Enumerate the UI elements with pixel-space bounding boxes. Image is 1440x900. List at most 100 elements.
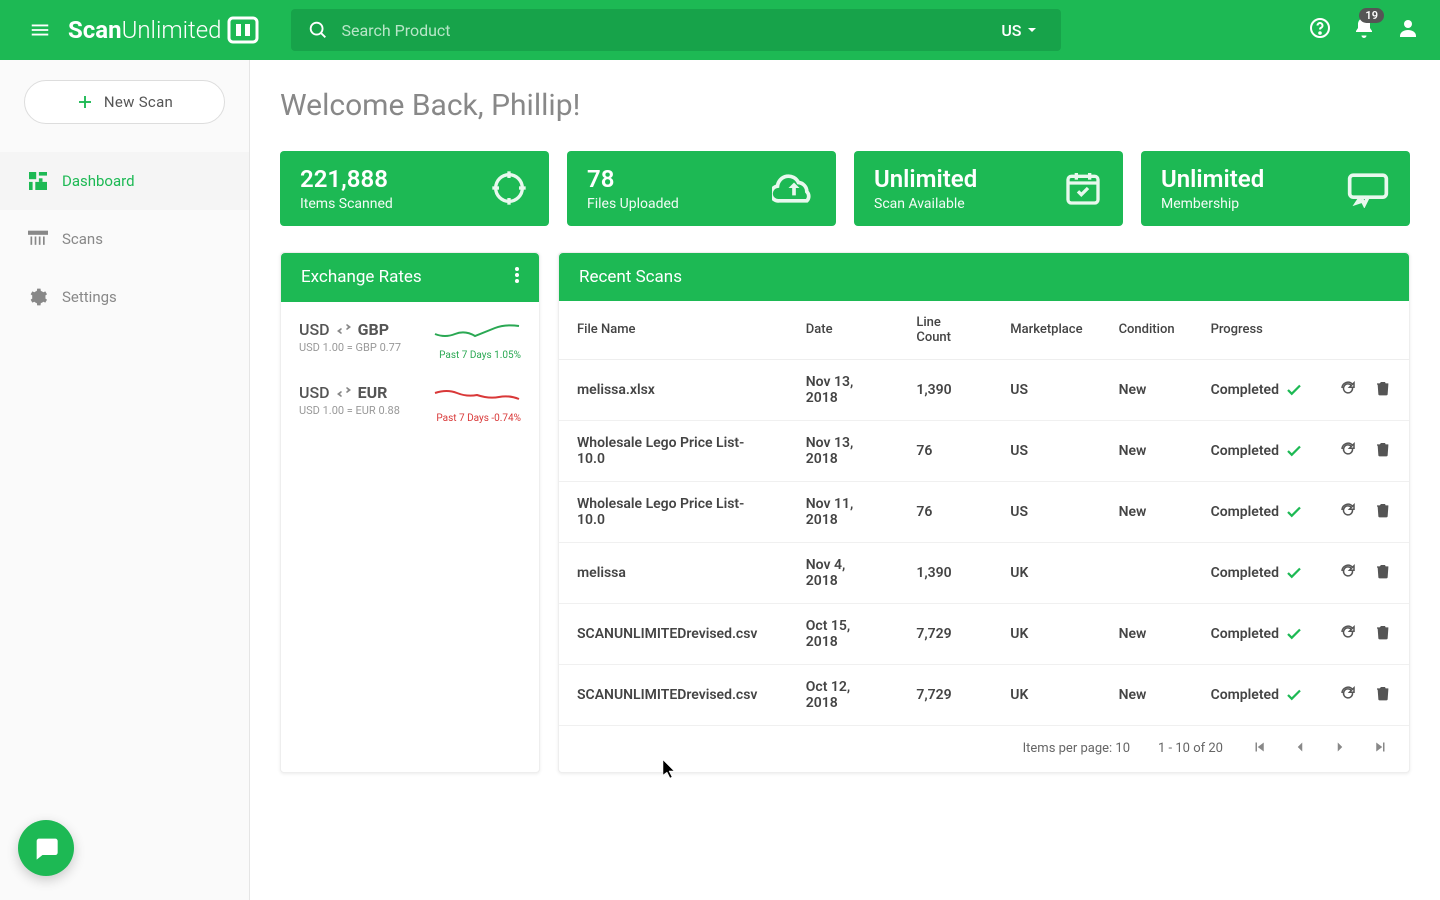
cell-lines: 7,729 xyxy=(898,664,992,725)
dots-vertical-icon xyxy=(515,267,519,283)
rate-pair: USD EUR xyxy=(299,383,400,402)
stat-value: 78 xyxy=(587,165,679,194)
exchange-panel-header: Exchange Rates xyxy=(281,253,539,302)
table-row[interactable]: melissa.xlsx Nov 13, 2018 1,390 US New C… xyxy=(559,359,1409,420)
rescan-button[interactable] xyxy=(1339,501,1357,523)
logo-text-light: Unlimited xyxy=(122,16,222,44)
rate-sub: USD 1.00 = EUR 0.88 xyxy=(299,404,400,417)
cell-lines: 76 xyxy=(898,420,992,481)
stat-value: 221,888 xyxy=(300,165,393,194)
menu-button[interactable] xyxy=(20,10,60,50)
stat-value: Unlimited xyxy=(874,165,977,194)
recent-scans-panel: Recent Scans File Name Date Line Count M… xyxy=(558,252,1410,773)
cell-progress: Completed xyxy=(1193,603,1321,664)
trash-icon xyxy=(1375,623,1391,641)
logo[interactable]: ScanUnlimited xyxy=(68,16,259,44)
cell-market: UK xyxy=(992,603,1100,664)
exchange-panel-title: Exchange Rates xyxy=(301,267,422,287)
chevron-right-icon xyxy=(1331,738,1349,756)
refresh-icon xyxy=(1339,562,1357,580)
table-row[interactable]: Wholesale Lego Price List-10.0 Nov 13, 2… xyxy=(559,420,1409,481)
new-scan-button[interactable]: New Scan xyxy=(24,80,225,124)
cell-condition: New xyxy=(1101,603,1193,664)
col-lines[interactable]: Line Count xyxy=(898,301,992,360)
col-market[interactable]: Marketplace xyxy=(992,301,1100,360)
rescan-button[interactable] xyxy=(1339,562,1357,584)
table-row[interactable]: Wholesale Lego Price List-10.0 Nov 11, 2… xyxy=(559,481,1409,542)
cell-market: UK xyxy=(992,664,1100,725)
help-button[interactable] xyxy=(1308,16,1332,44)
sidebar-item-dashboard[interactable]: Dashboard xyxy=(0,152,249,210)
rescan-button[interactable] xyxy=(1339,379,1357,401)
delete-button[interactable] xyxy=(1375,440,1391,462)
rescan-button[interactable] xyxy=(1339,623,1357,645)
rescan-button[interactable] xyxy=(1339,440,1357,462)
sidebar-item-settings[interactable]: Settings xyxy=(0,268,249,326)
delete-button[interactable] xyxy=(1375,501,1391,523)
cell-lines: 76 xyxy=(898,481,992,542)
col-file[interactable]: File Name xyxy=(559,301,788,360)
swap-icon xyxy=(336,387,352,397)
logo-text-bold: Scan xyxy=(68,16,122,44)
cell-market: US xyxy=(992,359,1100,420)
search-bar[interactable]: Search Product US xyxy=(291,9,1061,51)
rescan-button[interactable] xyxy=(1339,684,1357,706)
col-condition[interactable]: Condition xyxy=(1101,301,1193,360)
sidebar-item-label: Settings xyxy=(62,288,117,306)
delete-button[interactable] xyxy=(1375,562,1391,584)
table-row[interactable]: melissa Nov 4, 2018 1,390 UK Completed xyxy=(559,542,1409,603)
cell-file: melissa xyxy=(559,542,788,603)
trash-icon xyxy=(1375,562,1391,580)
cell-file: SCANUNLIMITEDrevised.csv xyxy=(559,603,788,664)
cell-date: Nov 11, 2018 xyxy=(788,481,899,542)
recent-scans-table: File Name Date Line Count Marketplace Co… xyxy=(559,301,1409,726)
check-icon xyxy=(1285,442,1303,460)
stat-files-uploaded: 78 Files Uploaded xyxy=(567,151,836,226)
cell-date: Oct 15, 2018 xyxy=(788,603,899,664)
stat-label: Items Scanned xyxy=(300,196,393,212)
welcome-heading: Welcome Back, Phillip! xyxy=(280,88,1410,123)
items-per-page-value[interactable]: 10 xyxy=(1115,741,1130,756)
cell-lines: 1,390 xyxy=(898,359,992,420)
notifications-button[interactable]: 19 xyxy=(1352,16,1376,44)
rate-row: USD EUR USD 1.00 = EUR 0.88 Past 7 Days … xyxy=(299,383,521,424)
cell-condition: New xyxy=(1101,664,1193,725)
cell-date: Nov 4, 2018 xyxy=(788,542,899,603)
new-scan-label: New Scan xyxy=(104,93,173,111)
exchange-more-button[interactable] xyxy=(515,267,519,288)
prev-page-button[interactable] xyxy=(1291,738,1309,760)
cell-condition xyxy=(1101,542,1193,603)
paginator: Items per page: 10 1 - 10 of 20 xyxy=(559,726,1409,772)
chevron-down-icon xyxy=(1027,25,1037,35)
stat-label: Membership xyxy=(1161,196,1264,212)
table-row[interactable]: SCANUNLIMITEDrevised.csv Oct 15, 2018 7,… xyxy=(559,603,1409,664)
sidebar-item-label: Dashboard xyxy=(62,172,135,190)
delete-button[interactable] xyxy=(1375,623,1391,645)
refresh-icon xyxy=(1339,501,1357,519)
col-date[interactable]: Date xyxy=(788,301,899,360)
chat-button[interactable] xyxy=(18,820,74,876)
exchange-rate-list: USD GBP USD 1.00 = GBP 0.77 Past 7 Days … xyxy=(281,302,539,448)
search-input[interactable]: Search Product xyxy=(341,21,1001,40)
last-page-button[interactable] xyxy=(1371,738,1389,760)
cell-progress: Completed xyxy=(1193,481,1321,542)
recent-panel-title: Recent Scans xyxy=(579,267,682,287)
region-select[interactable]: US xyxy=(1001,21,1037,40)
cell-market: US xyxy=(992,481,1100,542)
delete-button[interactable] xyxy=(1375,379,1391,401)
cell-file: SCANUNLIMITEDrevised.csv xyxy=(559,664,788,725)
sidebar-item-scans[interactable]: Scans xyxy=(0,210,249,268)
rate-row: USD GBP USD 1.00 = GBP 0.77 Past 7 Days … xyxy=(299,320,521,361)
trash-icon xyxy=(1375,379,1391,397)
cell-condition: New xyxy=(1101,481,1193,542)
check-icon xyxy=(1285,381,1303,399)
col-progress[interactable]: Progress xyxy=(1193,301,1321,360)
cell-progress: Completed xyxy=(1193,542,1321,603)
next-page-button[interactable] xyxy=(1331,738,1349,760)
plus-icon xyxy=(76,93,94,111)
first-page-button[interactable] xyxy=(1251,738,1269,760)
table-row[interactable]: SCANUNLIMITEDrevised.csv Oct 12, 2018 7,… xyxy=(559,664,1409,725)
delete-button[interactable] xyxy=(1375,684,1391,706)
profile-button[interactable] xyxy=(1396,16,1420,44)
refresh-icon xyxy=(1339,440,1357,458)
